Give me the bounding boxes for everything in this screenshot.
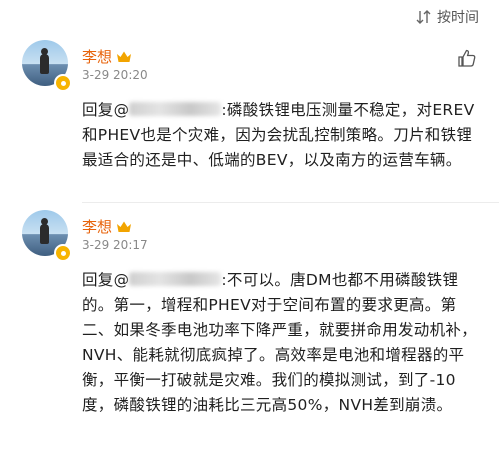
divider <box>82 202 499 203</box>
username[interactable]: 李想 <box>82 46 112 67</box>
username[interactable]: 李想 <box>82 216 112 237</box>
timestamp: 3-29 20:17 <box>82 238 148 252</box>
reply-prefix: 回复@ <box>82 271 130 289</box>
comment-text: 回复@:磷酸铁锂电压测量不稳定，对EREV和PHEV也是个灾难，因为会扰乱控制策… <box>82 98 482 173</box>
crown-icon <box>116 50 132 63</box>
mention-redacted <box>129 272 222 286</box>
sort-icon <box>416 10 432 24</box>
comment-body: :不可以。唐DM也都不用磷酸铁锂的。第一，增程和PHEV对于空间布置的要求更高。… <box>82 271 478 414</box>
verified-badge-icon <box>54 74 72 92</box>
sort-by-time-button[interactable]: 按时间 <box>416 6 479 28</box>
like-icon[interactable] <box>457 48 477 68</box>
timestamp: 3-29 20:20 <box>82 68 148 82</box>
sort-label: 按时间 <box>437 10 479 26</box>
reply-prefix: 回复@ <box>82 101 130 119</box>
comment-item: 李想 3-29 20:20 回复@:磷酸铁锂电压测量不稳定，对EREV和PHEV… <box>0 40 499 200</box>
verified-badge-icon <box>54 244 72 262</box>
comment-item: 李想 3-29 20:17 回复@:不可以。唐DM也都不用磷酸铁锂的。第一，增程… <box>0 210 499 446</box>
comment-text: 回复@:不可以。唐DM也都不用磷酸铁锂的。第一，增程和PHEV对于空间布置的要求… <box>82 268 482 418</box>
crown-icon <box>116 220 132 233</box>
mention-redacted <box>129 102 222 116</box>
top-bar: 按时间 <box>0 0 499 36</box>
